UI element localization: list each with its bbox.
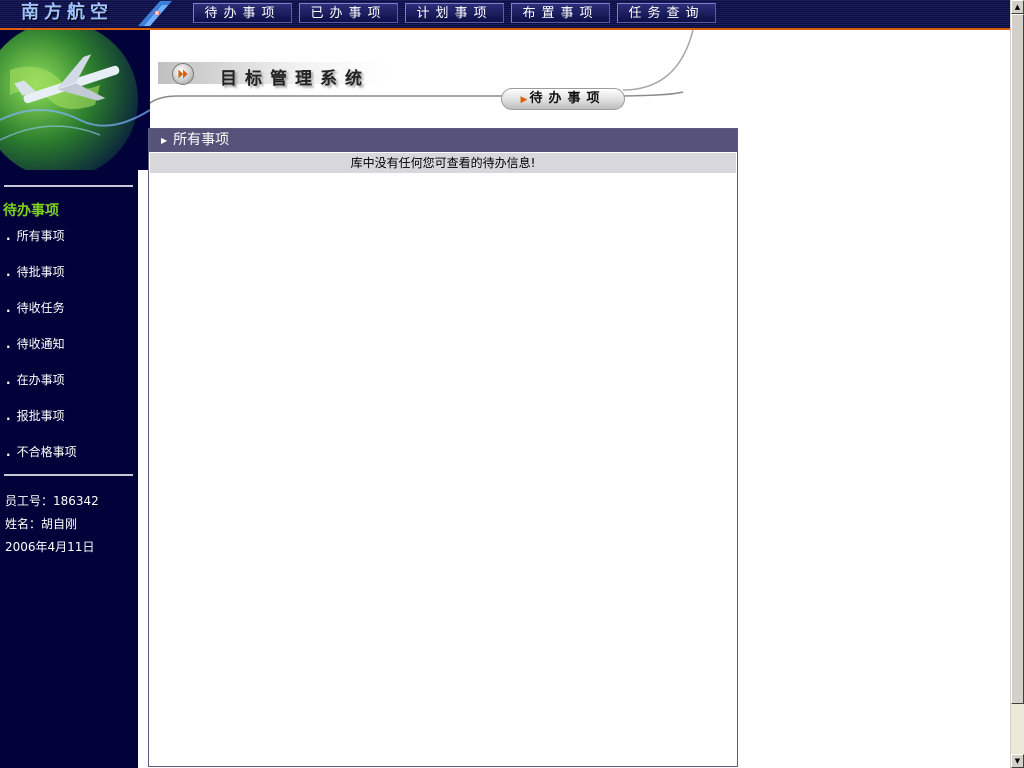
all-items-panel: ▶ 所有事项 库中没有任何您可查看的待办信息! [148,128,738,767]
nav-assign-button[interactable]: 布置事项 [511,3,610,23]
sidebar-item-label: 待批事项 [16,265,65,279]
sidebar-section-title: 待办事项 [3,203,59,219]
panel-header: ▶ 所有事项 [149,129,737,152]
sidebar-item-pending-approval[interactable]: . 待批事项 [6,263,65,280]
sidebar-item-label: 所有事项 [16,229,65,243]
bullet-icon: . [6,301,11,315]
china-southern-logo-icon [138,1,172,26]
nav-plan-button[interactable]: 计划事项 [405,3,504,23]
bullet-icon: . [6,373,11,387]
sidebar-divider-bottom [4,474,133,476]
sidebar-item-submitted[interactable]: . 报批事项 [6,407,65,424]
sidebar: 待办事项 . 所有事项 . 待批事项 . 待收任务 . 待收通知 . 在办事项 . 报批事项… [0,30,150,768]
scroll-thumb[interactable] [1011,14,1024,704]
sidebar-item-pending-tasks[interactable]: . 待收任务 [6,299,65,316]
vertical-scrollbar[interactable]: ▲ ▼ [1010,0,1024,768]
sidebar-item-unqualified[interactable]: . 不合格事项 [6,443,77,460]
bullet-icon: . [6,265,11,279]
sidebar-item-label: 待收任务 [16,301,65,315]
sidebar-item-all[interactable]: . 所有事项 [6,227,65,244]
empty-message: 库中没有任何您可查看的待办信息! [150,153,736,173]
nav-todo-button[interactable]: 待办事项 [193,3,292,23]
scroll-up-icon[interactable]: ▲ [1011,0,1024,14]
system-title: 目标管理系统 [220,69,370,89]
sidebar-item-in-progress[interactable]: . 在办事项 [6,371,65,388]
employee-id: 员工号：186342 [5,494,99,508]
sidebar-divider-top [4,185,133,187]
sidebar-item-label: 不合格事项 [16,445,77,459]
bullet-icon: . [6,229,11,243]
current-tab-pill: ▶待办事项 [501,88,625,110]
scroll-down-icon[interactable]: ▼ [1011,754,1024,768]
sidebar-item-label: 待收通知 [16,337,65,351]
top-nav-bar: 南方航空 待办事项 已办事项 计划事项 布置事项 任务查询 [0,0,1010,30]
globe-airplane-image [0,30,150,170]
bullet-icon: . [6,445,11,459]
panel-title: 所有事项 [173,132,230,148]
bullet-icon: . [6,337,11,351]
play-icon [172,63,194,85]
brand-name: 南方航空 [21,2,113,23]
triangle-right-icon: ▶ [161,136,168,145]
employee-name: 姓名：胡自刚 [5,517,78,531]
bullet-icon: . [6,409,11,423]
current-date: 2006年4月11日 [5,540,95,554]
nav-done-button[interactable]: 已办事项 [299,3,398,23]
sidebar-item-label: 报批事项 [16,409,65,423]
nav-task-query-button[interactable]: 任务查询 [617,3,716,23]
sidebar-item-label: 在办事项 [16,373,65,387]
sidebar-item-pending-notices[interactable]: . 待收通知 [6,335,65,352]
current-tab-label: 待办事项 [529,91,606,106]
